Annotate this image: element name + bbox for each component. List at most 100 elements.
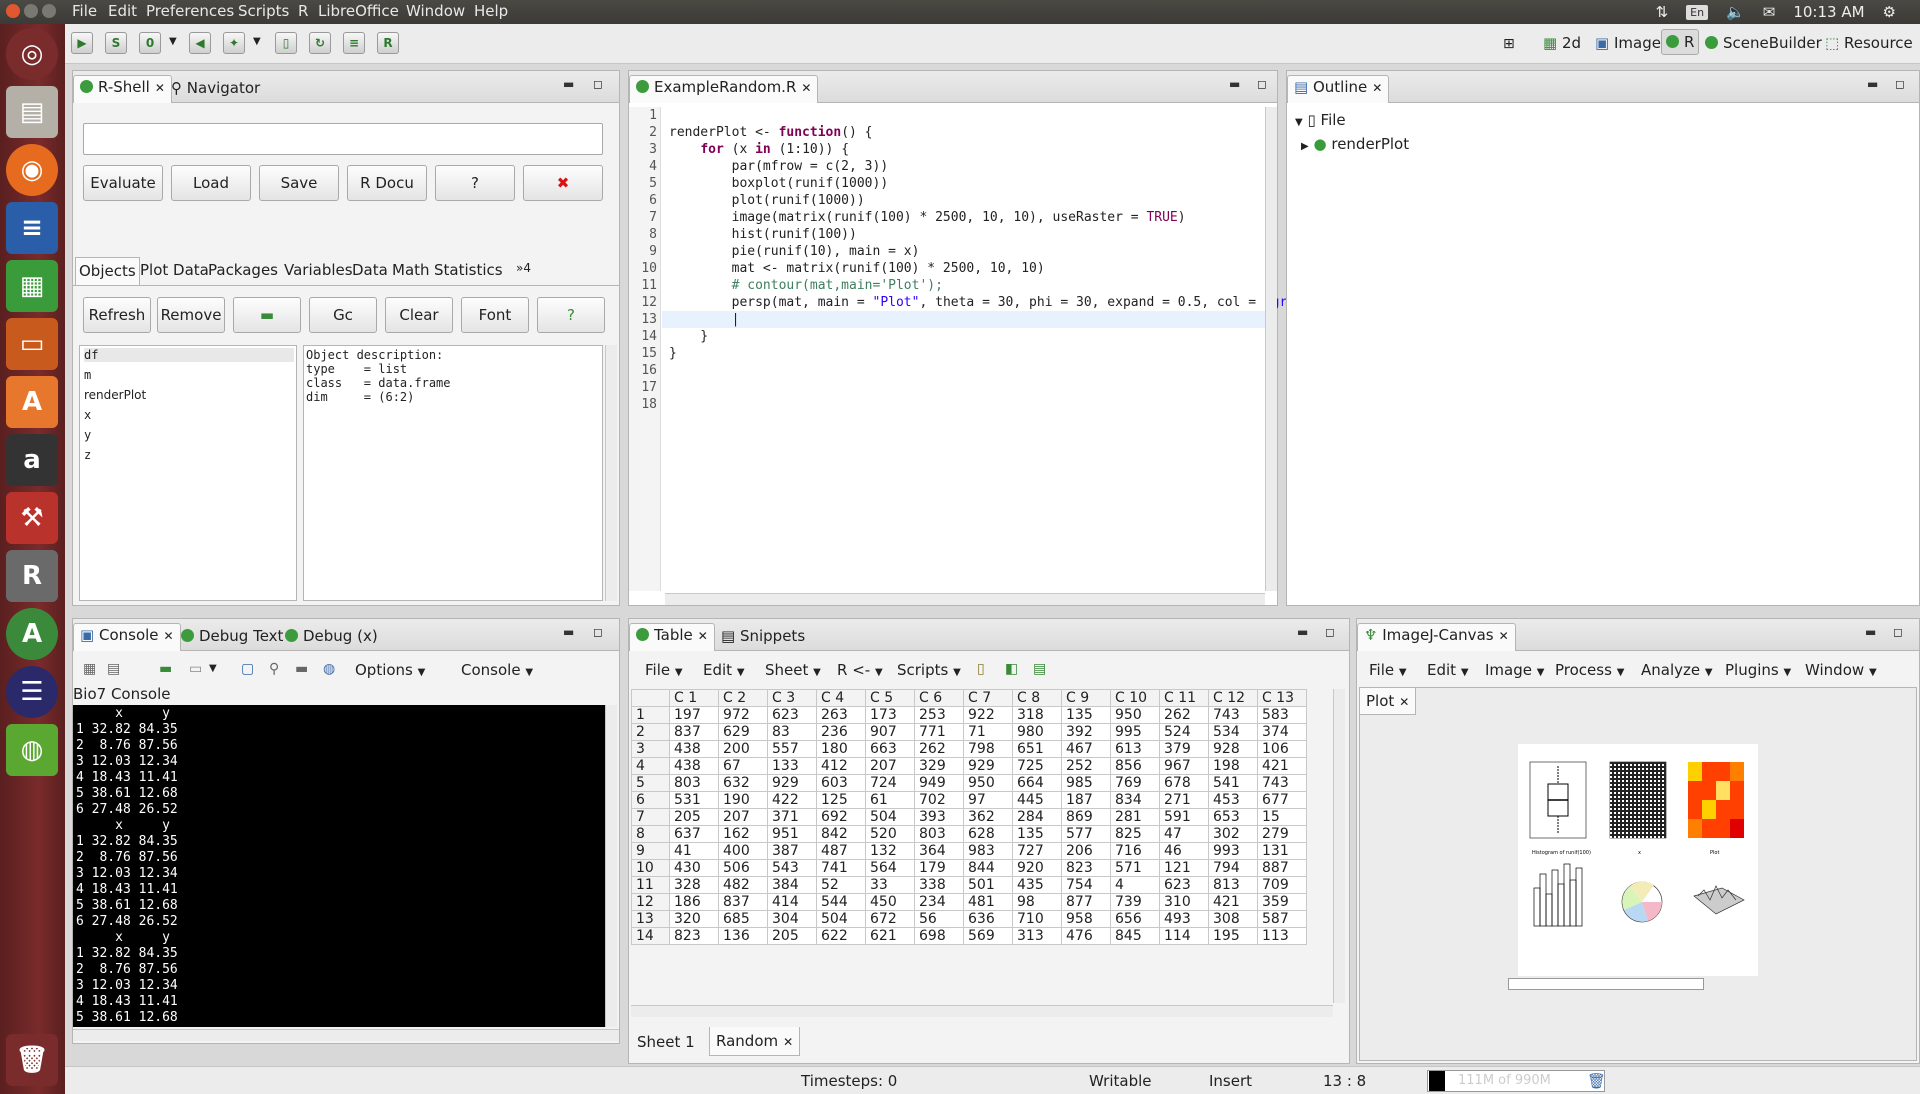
table-cell[interactable]: 438 [669, 740, 719, 758]
table-cell[interactable]: 136 [718, 927, 768, 945]
table-cell[interactable]: 430 [669, 859, 719, 877]
table-cell[interactable]: 739 [1110, 893, 1160, 911]
minimize-icon[interactable]: ▬ [1297, 625, 1308, 639]
table-cell[interactable]: 803 [669, 774, 719, 792]
table-cell[interactable]: 709 [1257, 876, 1307, 894]
table-cell[interactable]: 364 [914, 842, 964, 860]
minimize-window-icon[interactable] [24, 4, 38, 18]
calc-icon[interactable]: ▦ [6, 260, 58, 312]
row-header[interactable]: 14 [631, 927, 670, 945]
table-cell[interactable]: 412 [816, 757, 866, 775]
table-cell[interactable]: 421 [1208, 893, 1258, 911]
table-cell[interactable]: 173 [865, 706, 915, 724]
table-cell[interactable]: 504 [865, 808, 915, 826]
stop-button[interactable]: ✖ [523, 165, 603, 201]
console-output[interactable]: x y 1 32.82 84.35 2 8.76 87.56 3 12.03 1… [73, 705, 605, 1027]
row-header[interactable]: 11 [631, 876, 670, 894]
column-header[interactable]: C 4 [816, 689, 866, 707]
gc-button[interactable]: Gc [309, 297, 377, 333]
table-cell[interactable]: 106 [1257, 740, 1307, 758]
table-cell[interactable]: 845 [1110, 927, 1160, 945]
table-cell[interactable]: 823 [1061, 859, 1111, 877]
column-header[interactable]: C 12 [1208, 689, 1258, 707]
table-cell[interactable]: 476 [1061, 927, 1111, 945]
table-cell[interactable]: 338 [914, 876, 964, 894]
chevron-down-icon[interactable]: ▼ [169, 36, 177, 47]
table-cell[interactable]: 200 [718, 740, 768, 758]
maximize-icon[interactable]: ◻ [593, 625, 603, 639]
table-cell[interactable]: 371 [767, 808, 817, 826]
imagej-menu-plugins[interactable]: Plugins ▼ [1725, 661, 1791, 679]
maximize-icon[interactable]: ◻ [1257, 77, 1267, 91]
table-cell[interactable]: 907 [865, 723, 915, 741]
table-cell[interactable]: 253 [914, 706, 964, 724]
column-header[interactable]: C 8 [1012, 689, 1062, 707]
table-cell[interactable]: 392 [1061, 723, 1111, 741]
table-cell[interactable]: 837 [718, 893, 768, 911]
clock[interactable]: 10:13 AM [1793, 3, 1864, 21]
table-cell[interactable]: 482 [718, 876, 768, 894]
table-cell[interactable]: 197 [669, 706, 719, 724]
tab-outline[interactable]: ▤ Outline ✕ [1287, 75, 1390, 103]
table-cell[interactable]: 328 [669, 876, 719, 894]
table-horizontal-scrollbar[interactable] [631, 1005, 1333, 1017]
column-header[interactable]: C 1 [669, 689, 719, 707]
list-item[interactable]: y [84, 428, 91, 442]
minimize-icon[interactable]: ▬ [563, 77, 574, 91]
table-vertical-scrollbar[interactable] [1333, 689, 1345, 1003]
menu-window[interactable]: Window [406, 2, 465, 20]
table-cell[interactable]: 636 [963, 910, 1013, 928]
table-cell[interactable]: 653 [1208, 808, 1258, 826]
table-cell[interactable]: 727 [1012, 842, 1062, 860]
table-cell[interactable]: 414 [767, 893, 817, 911]
table-cell[interactable]: 206 [1061, 842, 1111, 860]
table-cell[interactable]: 379 [1159, 740, 1209, 758]
tab-math[interactable]: Math [389, 257, 433, 285]
perspective-r[interactable]: R [1661, 29, 1700, 55]
column-header[interactable]: C 2 [718, 689, 768, 707]
bio7-icon[interactable]: ◍ [6, 724, 58, 776]
imagej-menu-analyze[interactable]: Analyze ▼ [1641, 661, 1713, 679]
data-grid[interactable]: C 1C 2C 3C 4C 5C 6C 7C 8C 9C 10 C 11 C 12 C… [631, 689, 1307, 945]
table-menu-sheet[interactable]: Sheet ▼ [765, 661, 821, 679]
more-tabs-chevron[interactable]: »4 [513, 257, 534, 285]
table-cell[interactable]: 656 [1110, 910, 1160, 928]
table-cell[interactable]: 47 [1159, 825, 1209, 843]
table-cell[interactable]: 33 [865, 876, 915, 894]
table-cell[interactable]: 710 [1012, 910, 1062, 928]
tab-example-random-r[interactable]: ExampleRandom.R ✕ [629, 75, 819, 103]
table-cell[interactable]: 877 [1061, 893, 1111, 911]
rows-icon[interactable]: ▤ [1033, 661, 1046, 677]
table-cell[interactable]: 310 [1159, 893, 1209, 911]
imagej-menu-process[interactable]: Process ▼ [1555, 661, 1624, 679]
table-cell[interactable]: 967 [1159, 757, 1209, 775]
close-window-icon[interactable] [6, 4, 20, 18]
table-cell[interactable]: 359 [1257, 893, 1307, 911]
maximize-window-icon[interactable] [42, 4, 56, 18]
tab-console[interactable]: ▣ Console ✕ [73, 623, 181, 651]
row-header[interactable]: 9 [631, 842, 670, 860]
save-button[interactable]: Save [259, 165, 339, 201]
row-header[interactable]: 6 [631, 791, 670, 809]
list-item[interactable]: renderPlot [84, 388, 146, 402]
table-cell[interactable]: 504 [816, 910, 866, 928]
tab-plot[interactable]: Plot ✕ [1360, 688, 1417, 715]
writer-icon[interactable]: ≡ [6, 202, 58, 254]
tab-statistics[interactable]: Statistics [431, 257, 506, 285]
column-header[interactable]: C 9 [1061, 689, 1111, 707]
perspective-2d[interactable]: ▦ 2d [1543, 34, 1581, 52]
table-cell[interactable]: 131 [1257, 842, 1307, 860]
table-cell[interactable]: 972 [718, 706, 768, 724]
table-cell[interactable]: 929 [767, 774, 817, 792]
updater-icon[interactable]: A [6, 608, 58, 660]
table-cell[interactable]: 284 [1012, 808, 1062, 826]
display-icon[interactable]: ▭ [189, 661, 202, 677]
table-cell[interactable]: 445 [1012, 791, 1062, 809]
imagej-menu-image[interactable]: Image ▼ [1485, 661, 1544, 679]
collapse-arrow-icon[interactable]: ▶ [1301, 141, 1309, 152]
table-cell[interactable]: 920 [1012, 859, 1062, 877]
open-folder-button[interactable]: ▬ [233, 297, 301, 333]
tab-table[interactable]: Table ✕ [629, 623, 715, 651]
table-cell[interactable]: 387 [767, 842, 817, 860]
tab-objects[interactable]: Objects [75, 257, 140, 285]
